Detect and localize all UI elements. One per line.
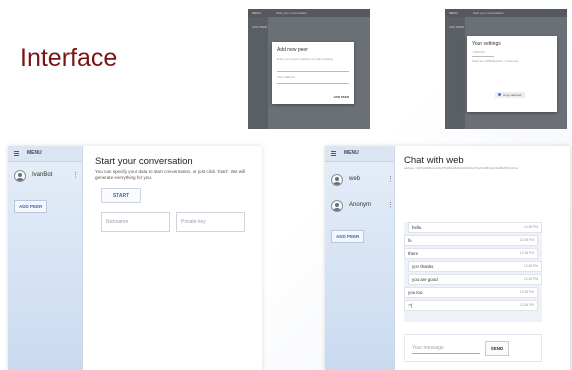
message-bubble: hi 12:38 PM [404,235,538,246]
sidebar: MENU IvanBot ⋮ ADD PEER [8,146,83,370]
settings-dialog: Your settings ANONYM Public key: 0358d4a… [467,36,557,112]
menu-icon[interactable] [14,151,19,157]
message-bubble: there 12:38 PM [404,248,538,259]
message-time: 12:38 PM [519,238,534,242]
peer-name: IvanBot [32,172,53,178]
message-time: 12:38 PM [523,277,538,281]
avatar [14,170,26,182]
message-bubble: you too 12:38 PM [404,287,538,298]
peer-item[interactable]: web ⋮ [331,174,394,190]
thumb-add-peer-label: ADD PEER [252,25,268,29]
chat-panel: MENU web ⋮ Anonym ⋮ ADD PEER Chat with w… [325,146,570,370]
message-text: you are good [412,277,438,282]
thumb-top-text: Start your conversation [276,11,307,15]
dialog-title: Your settings [472,41,501,47]
message-text: hi [408,238,412,243]
slide-title: Interface [20,44,118,72]
menu-icon[interactable] [331,151,336,157]
chat-title: Chat with web [404,155,464,166]
nickname-input[interactable]: Nickname [101,212,170,232]
message-text: there [408,251,419,256]
avatar [331,200,343,212]
message-input[interactable]: Your message [412,345,480,354]
presentation-slide: Interface MENU Start your conversation A… [0,0,572,370]
add-peer-dialog: Add new peer Enter your peer's address t… [272,42,354,104]
thumb-add-peer-label: ADD PEER [449,25,465,29]
dialog-title: Add new peer [277,47,308,53]
copy-address-label: Copy address [503,93,522,97]
dialog-hint: Enter your peer's address to start chatt… [277,57,333,61]
thumb-topbar [445,9,567,17]
message-bubble: you are good 12:38 PM [408,274,542,285]
message-list: hello 12:38 PM hi 12:38 PM there 12:38 PM y… [404,222,542,322]
peer-name: web [349,176,361,182]
thumb-topbar [248,9,370,17]
dialog-add-peer-button[interactable]: ADD PEER [333,95,349,99]
peer-item[interactable]: Anonym ⋮ [331,200,394,216]
thumb-menu-label: MENU [252,11,261,15]
thumb-menu-label: MENU [449,11,458,15]
page-title: Start your conversation [95,156,193,167]
nickname-line [472,56,494,57]
message-bubble: :*) 12:38 PM [404,300,538,311]
message-bubble: yo> thanks 12:38 PM [408,261,542,272]
settings-keys: Public key: 0358d4a1e9c2... Private key:… [472,60,522,63]
message-time: 12:38 PM [523,225,538,229]
copy-address-chip[interactable]: Copy address [495,92,525,98]
message-time: 12:38 PM [519,303,534,307]
message-text: yo> thanks [412,264,434,269]
thumbnail-add-peer: MENU Start your conversation ADD PEER Ad… [248,9,370,129]
message-bubble: hello 12:38 PM [408,222,542,233]
page-subtitle: You can specify your data to start conve… [95,169,246,180]
message-time: 12:38 PM [523,264,538,268]
menu-bar: MENU [325,146,394,162]
message-time: 12:38 PM [519,251,534,255]
peer-name: Anonym [349,202,372,208]
thumb-top-text: Start your conversation [473,11,504,15]
menu-bar: MENU [8,146,82,162]
menu-label: MENU [344,150,359,156]
message-text: :*) [408,303,413,308]
private-key-input[interactable]: Private key [176,212,245,232]
message-time: 12:38 PM [519,290,534,294]
peer-address: address: 03c5a4f08b2e1c9a7f5d3b1e8c6a4f2… [404,166,518,170]
message-text: hello [412,225,422,230]
start-button[interactable]: START [101,188,141,203]
menu-label: MENU [27,150,42,156]
avatar [331,174,343,186]
dialog-field-line [277,71,349,72]
add-peer-button[interactable]: ADD PEER [14,200,48,213]
peer-item[interactable]: IvanBot ⋮ [14,170,80,186]
peer-address-field[interactable]: Peer address [277,75,337,79]
thumbnail-settings: MENU Start your conversation ADD PEER Yo… [445,9,567,129]
message-text: you too [408,290,423,295]
more-vert-icon[interactable]: ⋮ [387,201,394,209]
copy-icon [498,93,501,96]
dialog-field-line-2 [277,83,349,84]
add-peer-button[interactable]: ADD PEER [331,230,365,243]
sidebar: MENU web ⋮ Anonym ⋮ ADD PEER [325,146,395,370]
more-vert-icon[interactable]: ⋮ [387,175,394,183]
more-vert-icon[interactable]: ⋮ [72,171,79,179]
start-conversation-panel: MENU IvanBot ⋮ ADD PEER Start your conve… [8,146,262,370]
settings-nickname: ANONYM [473,51,485,54]
message-composer: Your message SEND [404,334,542,362]
send-button[interactable]: SEND [485,341,509,356]
